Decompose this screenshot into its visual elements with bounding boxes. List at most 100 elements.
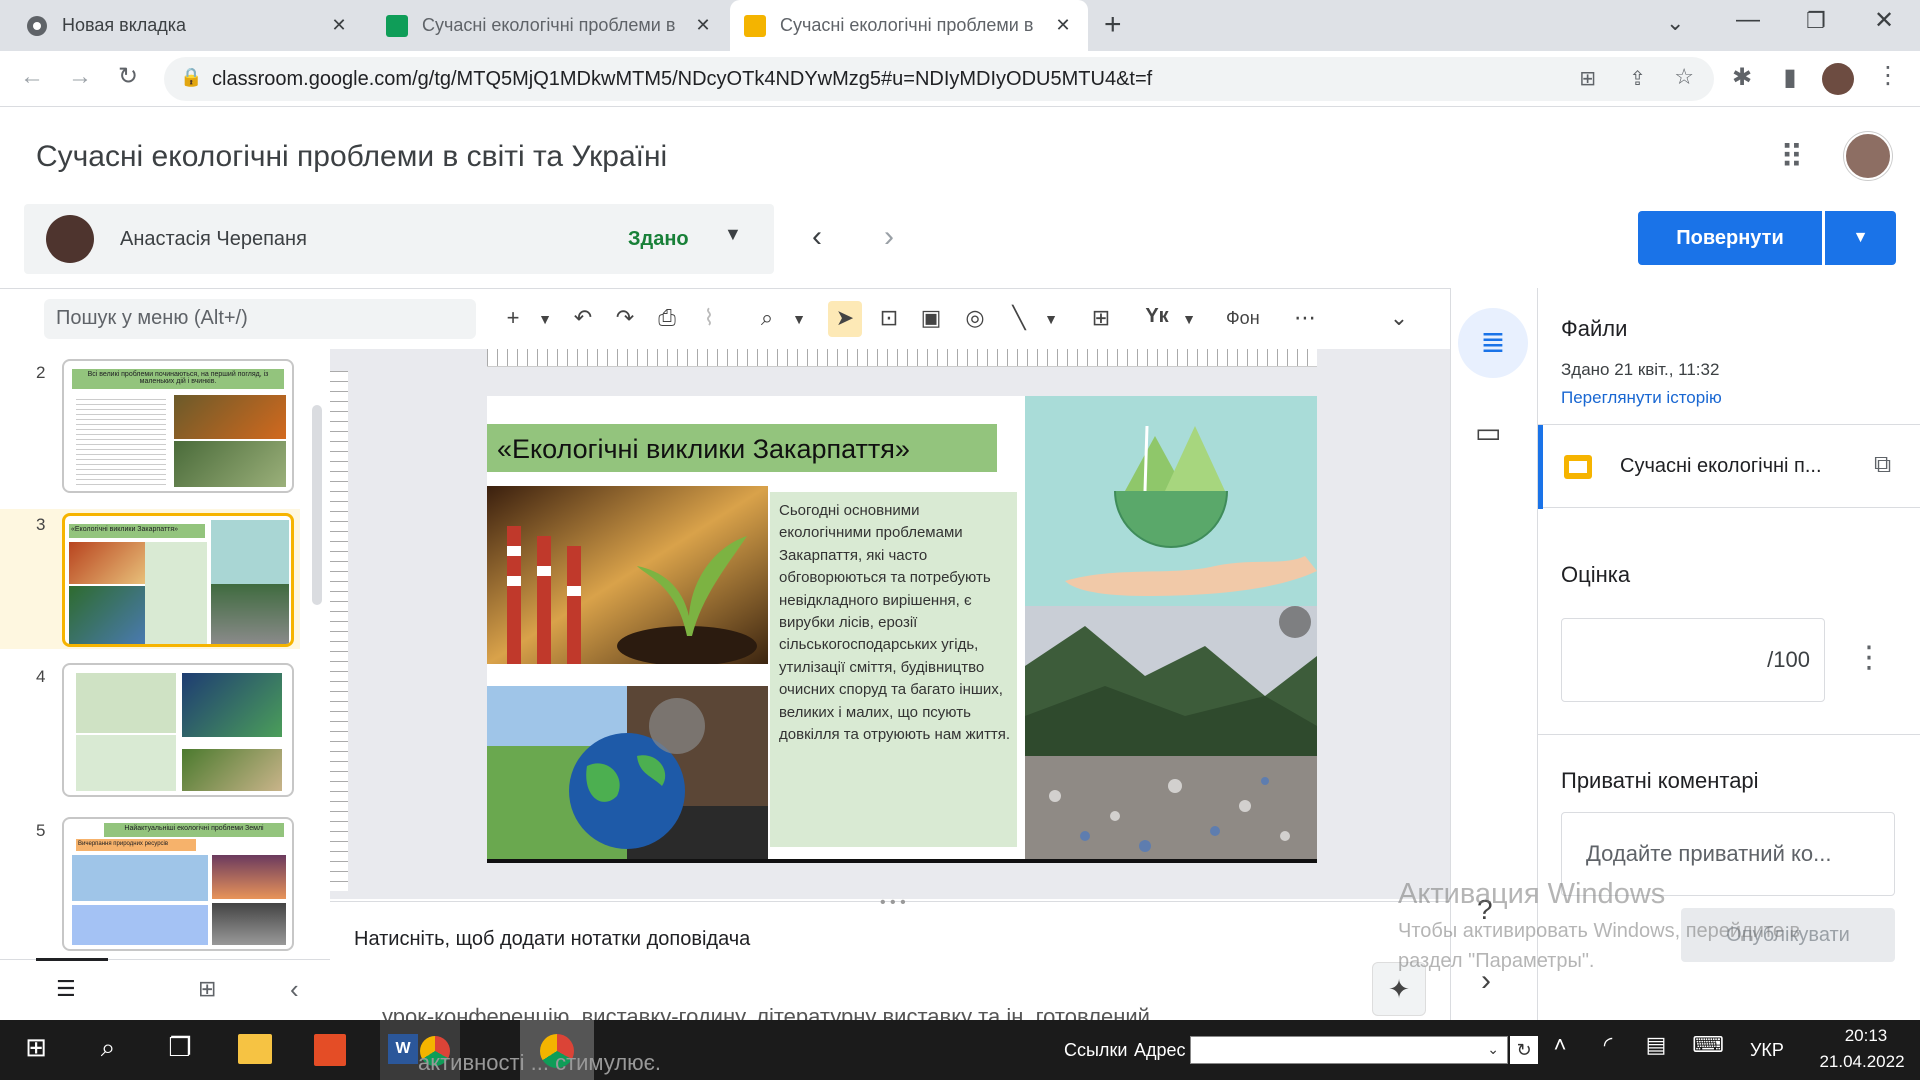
address-toolbar-input[interactable]: ⌄: [1190, 1036, 1508, 1064]
more-options-icon[interactable]: ⋯: [1288, 305, 1322, 331]
chevron-down-icon[interactable]: ▼: [528, 311, 562, 327]
apps-grid-icon[interactable]: ⠿: [1780, 138, 1803, 176]
browser-tab-classroom-active[interactable]: Сучасні екологічні проблеми в ✕: [730, 0, 1088, 51]
windows-taskbar: ⊞ ⌕ ❐ W активності ... стимулює. Ссылки …: [0, 1020, 1920, 1080]
vertical-ruler: [330, 371, 348, 891]
slide-thumbnail-3[interactable]: «Екологічні виклики Закарпаття»: [62, 513, 294, 647]
tab-search-icon[interactable]: ⌄: [1666, 10, 1684, 36]
go-icon[interactable]: ↻: [1510, 1036, 1538, 1064]
input-tools-icon[interactable]: Yк: [1140, 305, 1174, 328]
submitted-time: Здано 21 квіт., 11:32: [1561, 360, 1720, 379]
grade-input[interactable]: /100: [1561, 618, 1825, 702]
keyboard-icon[interactable]: ⌨: [1690, 1032, 1726, 1068]
forward-icon[interactable]: →: [62, 63, 98, 91]
slide-thumbnail-5[interactable]: Найактуальніші екологічні проблеми Землі…: [62, 817, 294, 951]
filmstrip-scrollbar[interactable]: [312, 405, 322, 605]
clock-date[interactable]: 21.04.2022: [1812, 1052, 1912, 1072]
student-selector[interactable]: Анастасія Черепаня Здано ▼: [24, 204, 774, 274]
undo-icon[interactable]: ↶: [566, 305, 600, 331]
account-avatar[interactable]: [1844, 132, 1892, 180]
comment-bank-icon[interactable]: ▭: [1475, 416, 1501, 449]
thumb-title: Найактуальніші екологічні проблеми Землі: [104, 823, 284, 837]
filmstrip-view-icon[interactable]: ☰: [56, 976, 76, 1002]
translate-icon[interactable]: ⊞: [1579, 66, 1596, 91]
chevron-down-icon[interactable]: ▼: [782, 311, 816, 327]
search-icon[interactable]: ⌕: [90, 1032, 126, 1068]
zoom-icon[interactable]: ⌕: [750, 305, 784, 331]
slide-thumbnail-4[interactable]: [62, 663, 294, 797]
print-icon[interactable]: ⎙: [650, 305, 684, 331]
reload-icon[interactable]: ↻: [110, 62, 146, 91]
attached-file[interactable]: Сучасні екологічні п... ⧉: [1538, 424, 1920, 509]
chrome-menu-icon[interactable]: ⋮: [1870, 61, 1906, 90]
menu-search-input[interactable]: Пошук у меню (Alt+/): [44, 299, 476, 339]
line-icon[interactable]: ╲: [1002, 305, 1036, 331]
thumb-image: [211, 520, 289, 584]
address-bar[interactable]: 🔒 classroom.google.com/g/tg/MTQ5MjQ1MDkw…: [164, 57, 1714, 101]
windows-start-icon[interactable]: ⊞: [18, 1032, 54, 1068]
grid-view-icon[interactable]: ⊞: [198, 976, 216, 1002]
close-tab-icon[interactable]: ✕: [1052, 15, 1074, 36]
shape-icon[interactable]: ◎: [958, 305, 992, 331]
return-button[interactable]: Повернути: [1638, 211, 1822, 265]
thumb-image: [182, 673, 282, 737]
share-icon[interactable]: ⇪: [1629, 66, 1646, 91]
chevron-down-icon[interactable]: ⌄: [1487, 1041, 1499, 1058]
select-cursor-icon[interactable]: ➤: [828, 301, 862, 337]
current-slide[interactable]: «Екологічні виклики Закарпаття» Сьогодні: [487, 396, 1317, 863]
language-indicator[interactable]: УКР: [1750, 1040, 1784, 1061]
collapse-filmstrip-icon[interactable]: ‹: [290, 974, 299, 1005]
view-history-link[interactable]: Переглянути історію: [1561, 388, 1722, 408]
slide-filmstrip: 2 Всі великі проблеми починаються, на пе…: [0, 349, 330, 959]
grading-details-icon[interactable]: ≣: [1458, 308, 1528, 378]
clock-time[interactable]: 20:13: [1830, 1026, 1902, 1046]
file-explorer-icon[interactable]: [238, 1034, 272, 1064]
classroom-icon: [386, 14, 408, 37]
browser-tab-new[interactable]: Новая вкладка ✕: [12, 0, 364, 51]
show-hidden-icons-icon[interactable]: ˄: [1542, 1032, 1578, 1068]
next-student-icon[interactable]: ›: [884, 220, 894, 254]
paint-format-icon[interactable]: ⌇: [692, 305, 726, 331]
bookmark-star-icon[interactable]: ☆: [1674, 64, 1694, 90]
thumb-text-block: [72, 855, 208, 901]
profile-avatar[interactable]: [1822, 63, 1854, 95]
notes-resize-handle[interactable]: • • •: [880, 894, 906, 912]
browser-tab-classroom-1[interactable]: Сучасні екологічні проблеми в ✕: [372, 0, 728, 51]
new-tab-icon[interactable]: +: [1104, 8, 1122, 42]
chevron-down-icon[interactable]: ▼: [724, 224, 742, 245]
add-comment-icon[interactable]: ⊞: [1084, 305, 1118, 331]
grade-more-options-icon[interactable]: ⋮: [1854, 640, 1884, 675]
restore-icon[interactable]: ❐: [1806, 8, 1826, 34]
task-view-icon[interactable]: ❐: [162, 1032, 198, 1068]
network-icon[interactable]: ◜: [1590, 1032, 1626, 1068]
address-toolbar-label: Адрес: [1134, 1040, 1186, 1060]
chevron-down-icon[interactable]: ▼: [1034, 311, 1068, 327]
chevron-down-icon[interactable]: ▼: [1172, 311, 1206, 327]
browser-toolbar: ← → ↻ 🔒 classroom.google.com/g/tg/MTQ5Mj…: [0, 51, 1920, 107]
close-tab-icon[interactable]: ✕: [692, 15, 714, 36]
collapse-toolbar-icon[interactable]: ⌄: [1382, 305, 1416, 331]
image-icon[interactable]: ▣: [914, 305, 948, 331]
insert-plus-icon[interactable]: +: [496, 305, 530, 331]
slide-thumbnail-2[interactable]: Всі великі проблеми починаються, на перш…: [62, 359, 294, 493]
store-icon[interactable]: [314, 1034, 346, 1066]
text-box-icon[interactable]: ⊡: [872, 305, 906, 331]
speaker-notes[interactable]: • • • Натисніть, щоб додати нотатки допо…: [330, 894, 1450, 1021]
previous-student-icon[interactable]: ‹: [812, 220, 822, 254]
thumb-image: [174, 441, 286, 487]
back-icon[interactable]: ←: [14, 63, 50, 91]
return-options-dropdown[interactable]: ▼: [1825, 211, 1896, 265]
open-in-new-icon[interactable]: ⧉: [1874, 451, 1891, 479]
close-tab-icon[interactable]: ✕: [328, 15, 350, 36]
thumb-text-block: [72, 905, 208, 945]
notifications-icon[interactable]: ▤: [1638, 1032, 1674, 1068]
redo-icon[interactable]: ↷: [608, 305, 642, 331]
background-button[interactable]: Фон: [1226, 308, 1260, 329]
private-comments-heading: Приватні коментарі: [1561, 768, 1759, 793]
minimize-icon[interactable]: —: [1736, 6, 1760, 34]
links-toolbar-label[interactable]: Ссылки: [1064, 1040, 1127, 1061]
browser-tab-strip: Новая вкладка ✕ Сучасні екологічні пробл…: [0, 0, 1920, 51]
side-panel-icon[interactable]: ▮: [1772, 63, 1808, 92]
close-window-icon[interactable]: ✕: [1874, 6, 1894, 35]
extensions-icon[interactable]: ✱: [1724, 63, 1760, 92]
